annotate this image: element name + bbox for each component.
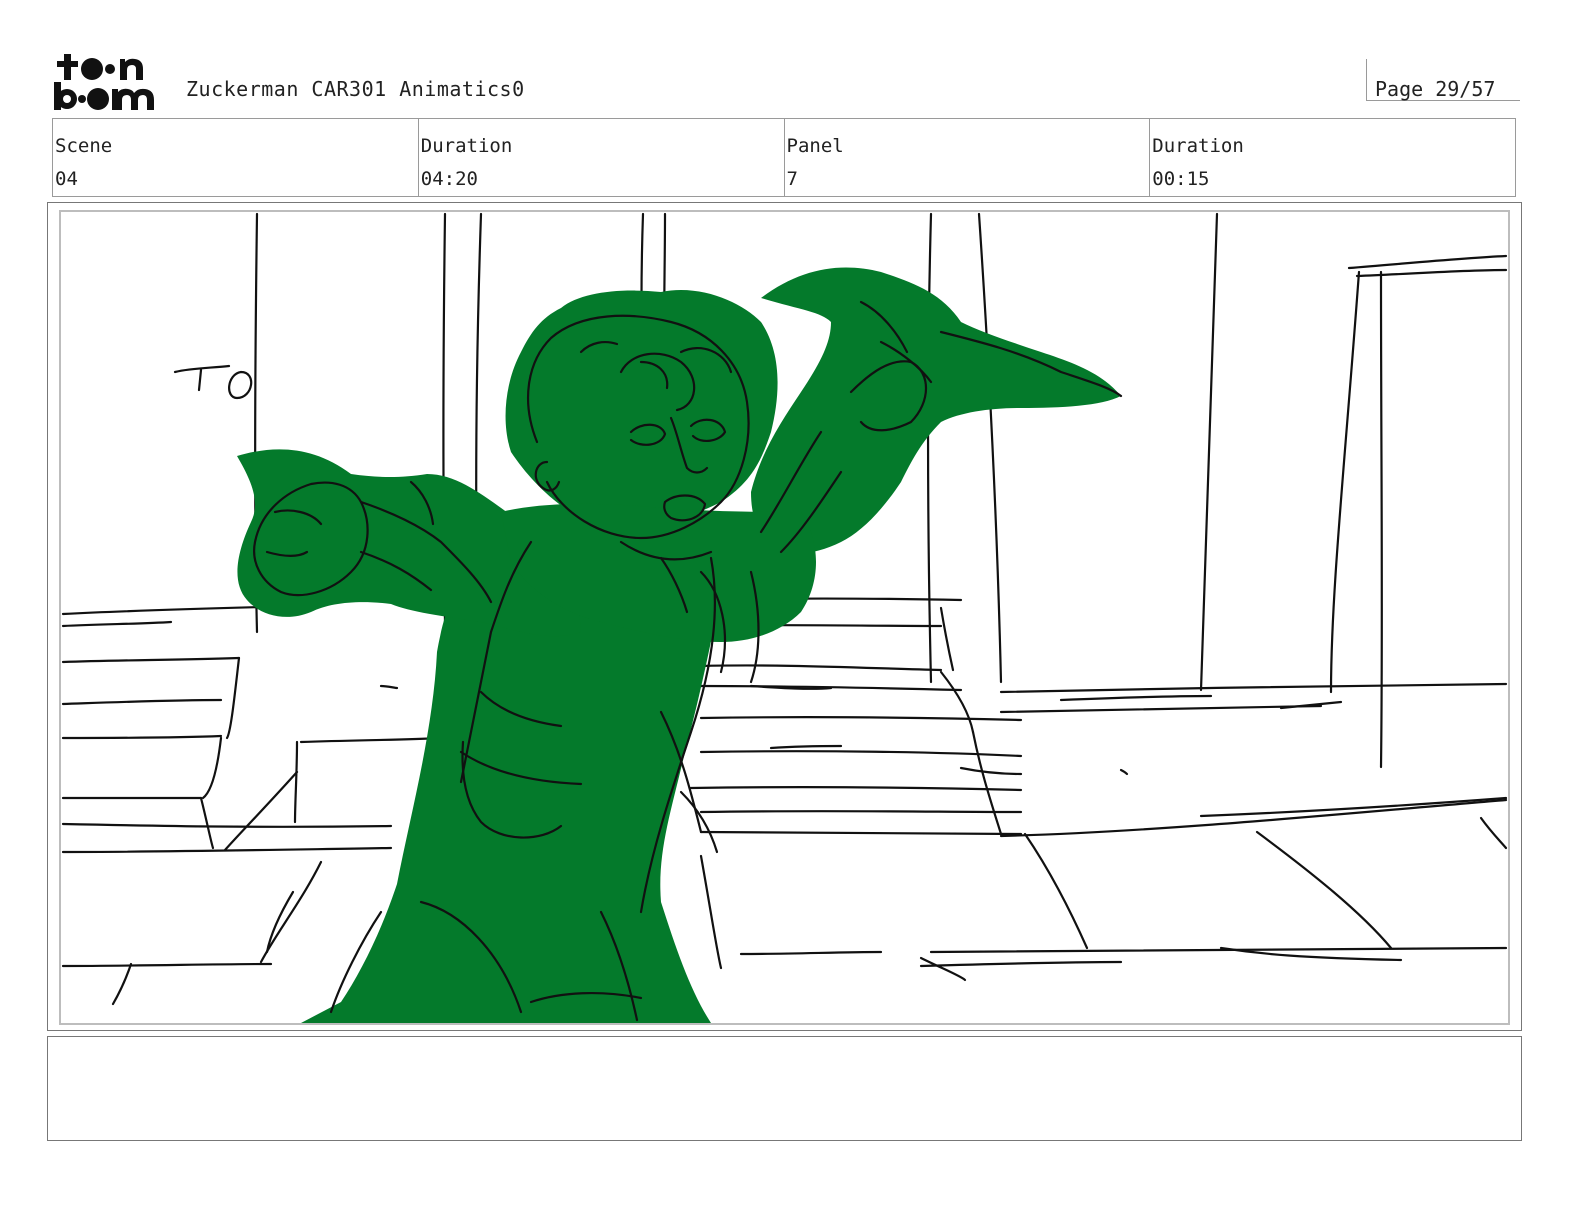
scene-duration-value: 04:20 — [420, 168, 478, 190]
panel-value: 7 — [786, 168, 798, 190]
panel-notes-box — [47, 1036, 1522, 1141]
page-number-label: Page 29/57 — [1375, 77, 1496, 101]
scene-value: 04 — [55, 168, 78, 190]
panel-cell: Panel 7 — [785, 119, 1151, 196]
panel-duration-cell: Duration 00:15 — [1150, 119, 1515, 196]
panel-duration-value: 00:15 — [1152, 168, 1210, 190]
project-title: Zuckerman CAR301 Animatics0 — [186, 77, 525, 101]
toonboom-logo — [54, 54, 154, 110]
scene-cell: Scene 04 — [53, 119, 419, 196]
scene-duration-label: Duration — [420, 135, 513, 157]
character-green-fill — [237, 267, 1121, 1023]
panel-info-table: Scene 04 Duration 04:20 Panel 7 Duration… — [52, 118, 1516, 197]
page-indicator: Page 29/57 — [1366, 59, 1520, 101]
scene-label: Scene — [55, 135, 113, 157]
scene-duration-cell: Duration 04:20 — [419, 119, 785, 196]
storyboard-sketch — [61, 212, 1508, 1023]
storyboard-panel-image — [59, 210, 1510, 1025]
panel-duration-label: Duration — [1152, 135, 1244, 157]
panel-label: Panel — [786, 135, 844, 157]
